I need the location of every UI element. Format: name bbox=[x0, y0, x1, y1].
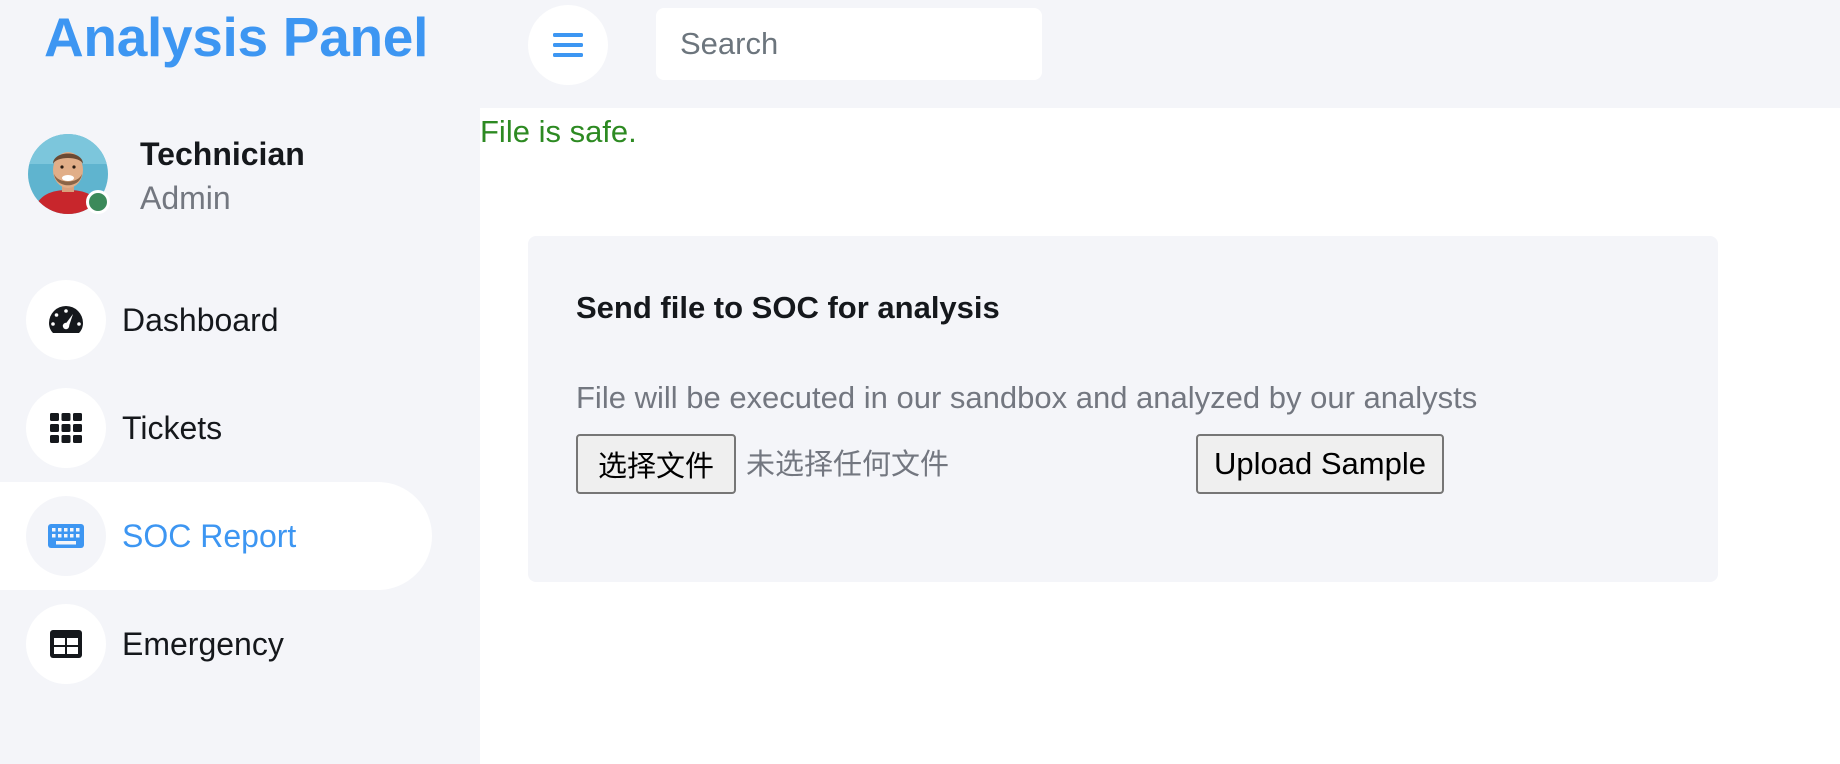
sidebar-item-label: Emergency bbox=[122, 626, 284, 662]
hamburger-menu-icon bbox=[553, 33, 583, 57]
sidebar-item-label: Dashboard bbox=[122, 302, 279, 338]
app-root: Analysis Panel Technician bbox=[0, 0, 1840, 764]
card-description: File will be executed in our sandbox and… bbox=[576, 380, 1478, 415]
speedometer-icon bbox=[49, 306, 83, 333]
sidebar-item-label: Tickets bbox=[122, 410, 223, 446]
status-message: File is safe. bbox=[480, 114, 637, 149]
brand-title[interactable]: Analysis Panel bbox=[44, 4, 428, 70]
nav-icon-wrapper bbox=[26, 604, 106, 684]
upload-sample-button[interactable]: Upload Sample bbox=[1196, 434, 1444, 494]
profile-name: Technician bbox=[140, 136, 305, 172]
nav-icon-wrapper bbox=[26, 496, 106, 576]
grid-icon bbox=[50, 413, 82, 443]
main-content: File is safe. Send file to SOC for analy… bbox=[480, 108, 1840, 764]
nav-icon-wrapper bbox=[26, 388, 106, 468]
search-input[interactable] bbox=[656, 8, 1042, 80]
sidebar-item-dashboard[interactable]: Dashboard bbox=[0, 266, 432, 374]
choose-file-button[interactable]: 选择文件 bbox=[576, 434, 736, 494]
sidebar-item-emergency[interactable]: Emergency bbox=[0, 590, 432, 698]
upload-card: Send file to SOC for analysis File will … bbox=[528, 236, 1718, 582]
nav-icon-wrapper bbox=[26, 280, 106, 360]
file-status-text: 未选择任何文件 bbox=[746, 447, 950, 481]
card-title: Send file to SOC for analysis bbox=[576, 290, 1000, 325]
menu-toggle-button[interactable] bbox=[528, 5, 608, 85]
sidebar-item-tickets[interactable]: Tickets bbox=[0, 374, 432, 482]
table-icon bbox=[50, 630, 82, 658]
profile-role: Admin bbox=[140, 180, 231, 216]
sidebar-item-soc-report[interactable]: SOC Report bbox=[0, 482, 432, 590]
online-status-dot bbox=[86, 190, 110, 214]
keyboard-icon bbox=[48, 524, 84, 548]
sidebar-item-label: SOC Report bbox=[122, 518, 297, 554]
